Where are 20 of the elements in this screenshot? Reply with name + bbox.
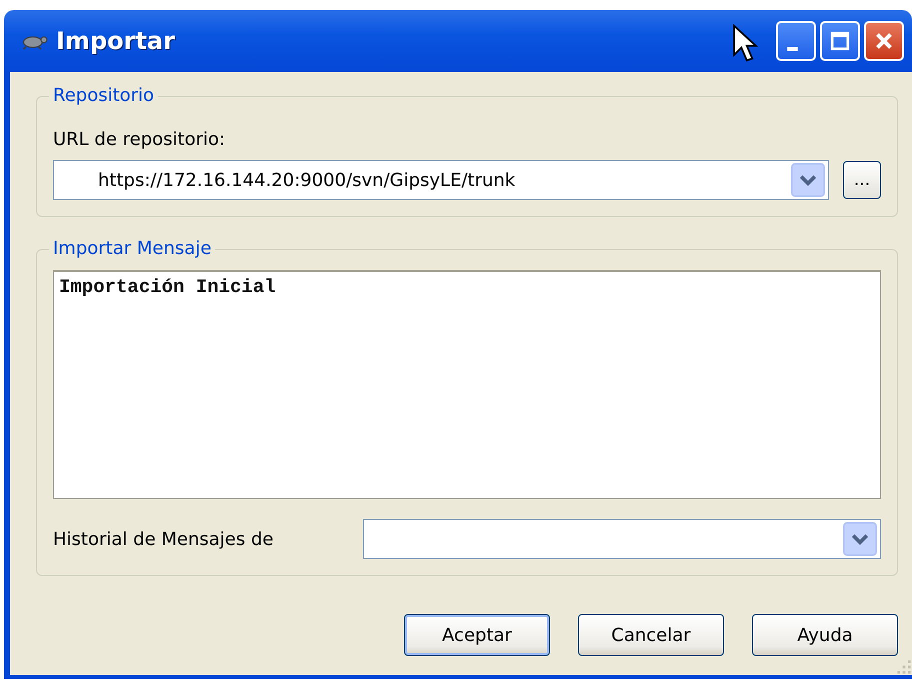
url-label: URL de repositorio: xyxy=(53,129,226,150)
history-combobox[interactable] xyxy=(363,519,881,559)
close-button[interactable] xyxy=(864,21,904,61)
minimize-icon xyxy=(786,47,798,51)
mouse-pointer-icon xyxy=(732,24,758,64)
group-label: Repositorio xyxy=(49,85,158,106)
group-label: Importar Mensaje xyxy=(49,238,216,259)
resize-grip-icon[interactable] xyxy=(896,659,912,675)
browse-button[interactable]: ... xyxy=(843,161,881,199)
dialog-button[interactable]: Aceptar xyxy=(404,614,550,656)
url-combobox[interactable]: https://172.16.144.20:9000/svn/GipsyLE/trunk xyxy=(53,160,829,200)
message-text-area[interactable]: Importación Inicial xyxy=(53,270,881,499)
maximize-button[interactable] xyxy=(820,21,860,61)
message-text: Importación Inicial xyxy=(59,276,276,298)
dialog-button[interactable]: Ayuda xyxy=(752,614,898,656)
minimize-button[interactable] xyxy=(776,21,816,61)
url-value: https://172.16.144.20:9000/svn/GipsyLE/trunk xyxy=(98,170,516,190)
window-title: Importar xyxy=(56,27,175,55)
history-label: Historial de Mensajes de xyxy=(53,528,274,550)
dialog-button[interactable]: Cancelar xyxy=(578,614,724,656)
